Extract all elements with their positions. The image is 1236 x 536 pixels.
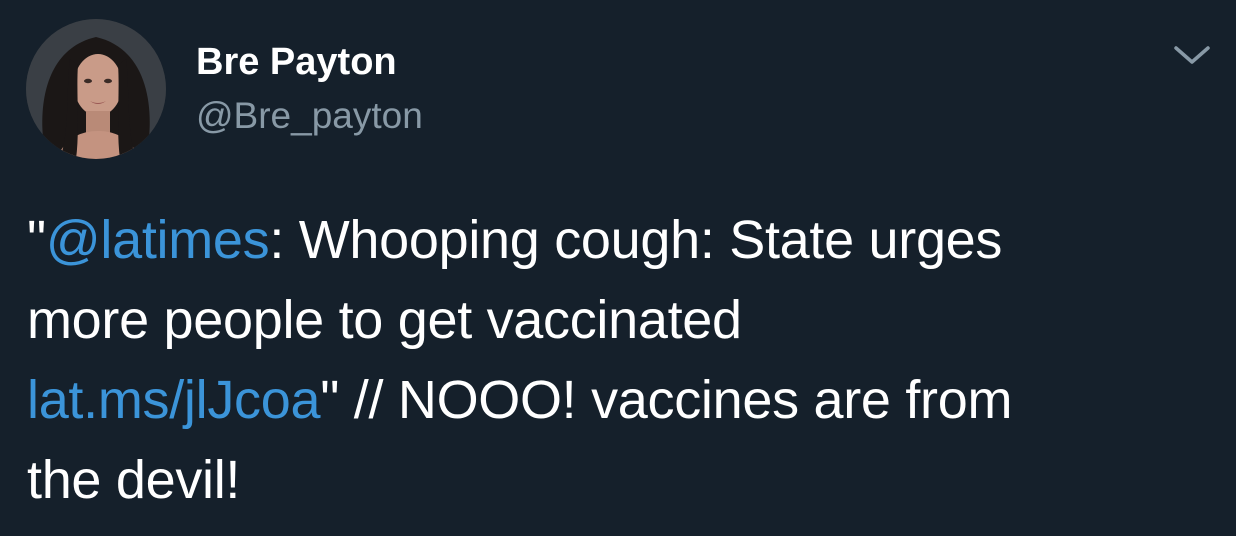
tweet-text-line-2: more people to get vaccinated	[27, 290, 742, 350]
quote-open: "	[27, 210, 46, 270]
profile-photo	[26, 19, 166, 159]
comment-text: " // NOOO! vaccines are from	[320, 370, 1013, 430]
author-display-name[interactable]: Bre Payton	[196, 40, 397, 84]
chevron-down-icon[interactable]	[1170, 40, 1214, 70]
tweet-card: Bre Payton @Bre_payton "@latimes: Whoopi…	[0, 0, 1236, 536]
mention-link[interactable]: @latimes	[46, 210, 270, 270]
headline-text: : Whooping cough: State urges	[269, 210, 1003, 270]
tweet-text-line-4: the devil!	[27, 450, 241, 510]
tweet-text-line-3: lat.ms/jlJcoa" // NOOO! vaccines are fro…	[27, 360, 1217, 440]
author-handle[interactable]: @Bre_payton	[196, 94, 423, 138]
tweet-text: "@latimes: Whooping cough: State urges m…	[27, 200, 1217, 520]
url-link[interactable]: lat.ms/jlJcoa	[27, 370, 320, 430]
avatar[interactable]	[26, 19, 166, 159]
tweet-text-line-1: "@latimes: Whooping cough: State urges	[27, 200, 1217, 280]
